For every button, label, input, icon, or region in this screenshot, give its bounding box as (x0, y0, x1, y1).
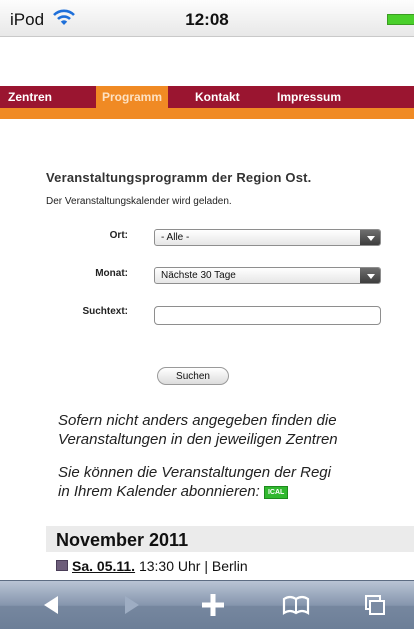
battery-icon (387, 14, 414, 25)
event-details: 13:30 Uhr | Berlin (135, 558, 248, 574)
browser-screen: iPod 12:08 Zentren Programm Kontakt Impr… (0, 0, 414, 629)
info-line-1: Sofern nicht anders angegeben finden die (58, 412, 337, 429)
nav-underline-band (0, 108, 414, 119)
monat-label: Monat: (95, 268, 128, 279)
forward-arrow-icon (125, 596, 139, 614)
subscribe-text: in Ihrem Kalender abonnieren: (58, 483, 260, 500)
chevron-down-icon (360, 230, 380, 245)
back-button[interactable] (22, 581, 82, 629)
monat-select-value: Nächste 30 Tage (161, 270, 236, 281)
search-button[interactable]: Suchen (157, 367, 229, 385)
bookmarks-icon (282, 595, 310, 616)
add-icon (202, 594, 224, 616)
add-button[interactable] (183, 581, 243, 629)
page-title: Veranstaltungsprogramm der Region Ost. (46, 170, 312, 185)
suchtext-input[interactable] (154, 306, 381, 325)
status-bar: iPod 12:08 (0, 0, 414, 37)
nav-item-programm[interactable]: Programm (96, 86, 169, 108)
ort-label: Ort: (109, 230, 128, 241)
month-header: November 2011 (46, 526, 414, 552)
clock: 12:08 (185, 10, 229, 29)
subscribe-line: in Ihrem Kalender abonnieren: ICAL (58, 483, 289, 501)
site-navigation: Zentren Programm Kontakt Impressum (0, 86, 414, 108)
event-row[interactable]: Sa. 05.11. 13:30 Uhr | Berlin (56, 558, 248, 574)
info-line-3: Sie können die Veranstaltungen der Regi (58, 464, 331, 481)
chevron-down-icon (360, 268, 380, 283)
suchtext-label: Suchtext: (82, 306, 128, 317)
monat-select[interactable]: Nächste 30 Tage (154, 267, 381, 284)
ort-select-value: - Alle - (161, 232, 190, 243)
back-arrow-icon (44, 596, 58, 614)
ort-select[interactable]: - Alle - (154, 229, 381, 246)
browser-toolbar (0, 580, 414, 629)
forward-button[interactable] (102, 581, 162, 629)
nav-item-impressum[interactable]: Impressum (271, 86, 347, 108)
month-title: November 2011 (56, 530, 189, 550)
bookmarks-button[interactable] (264, 581, 324, 629)
pages-icon (365, 595, 385, 615)
pages-button[interactable] (345, 581, 405, 629)
nav-item-kontakt[interactable]: Kontakt (189, 86, 246, 108)
ical-subscribe-link[interactable]: ICAL (263, 486, 289, 499)
info-line-2: Veranstaltungen in den jeweiligen Zentre… (58, 431, 338, 448)
nav-item-zentren[interactable]: Zentren (2, 86, 58, 108)
event-date-link[interactable]: Sa. 05.11. (72, 558, 135, 574)
calendar-icon (56, 560, 68, 571)
loading-status: Der Veranstaltungskalender wird geladen. (46, 196, 232, 207)
